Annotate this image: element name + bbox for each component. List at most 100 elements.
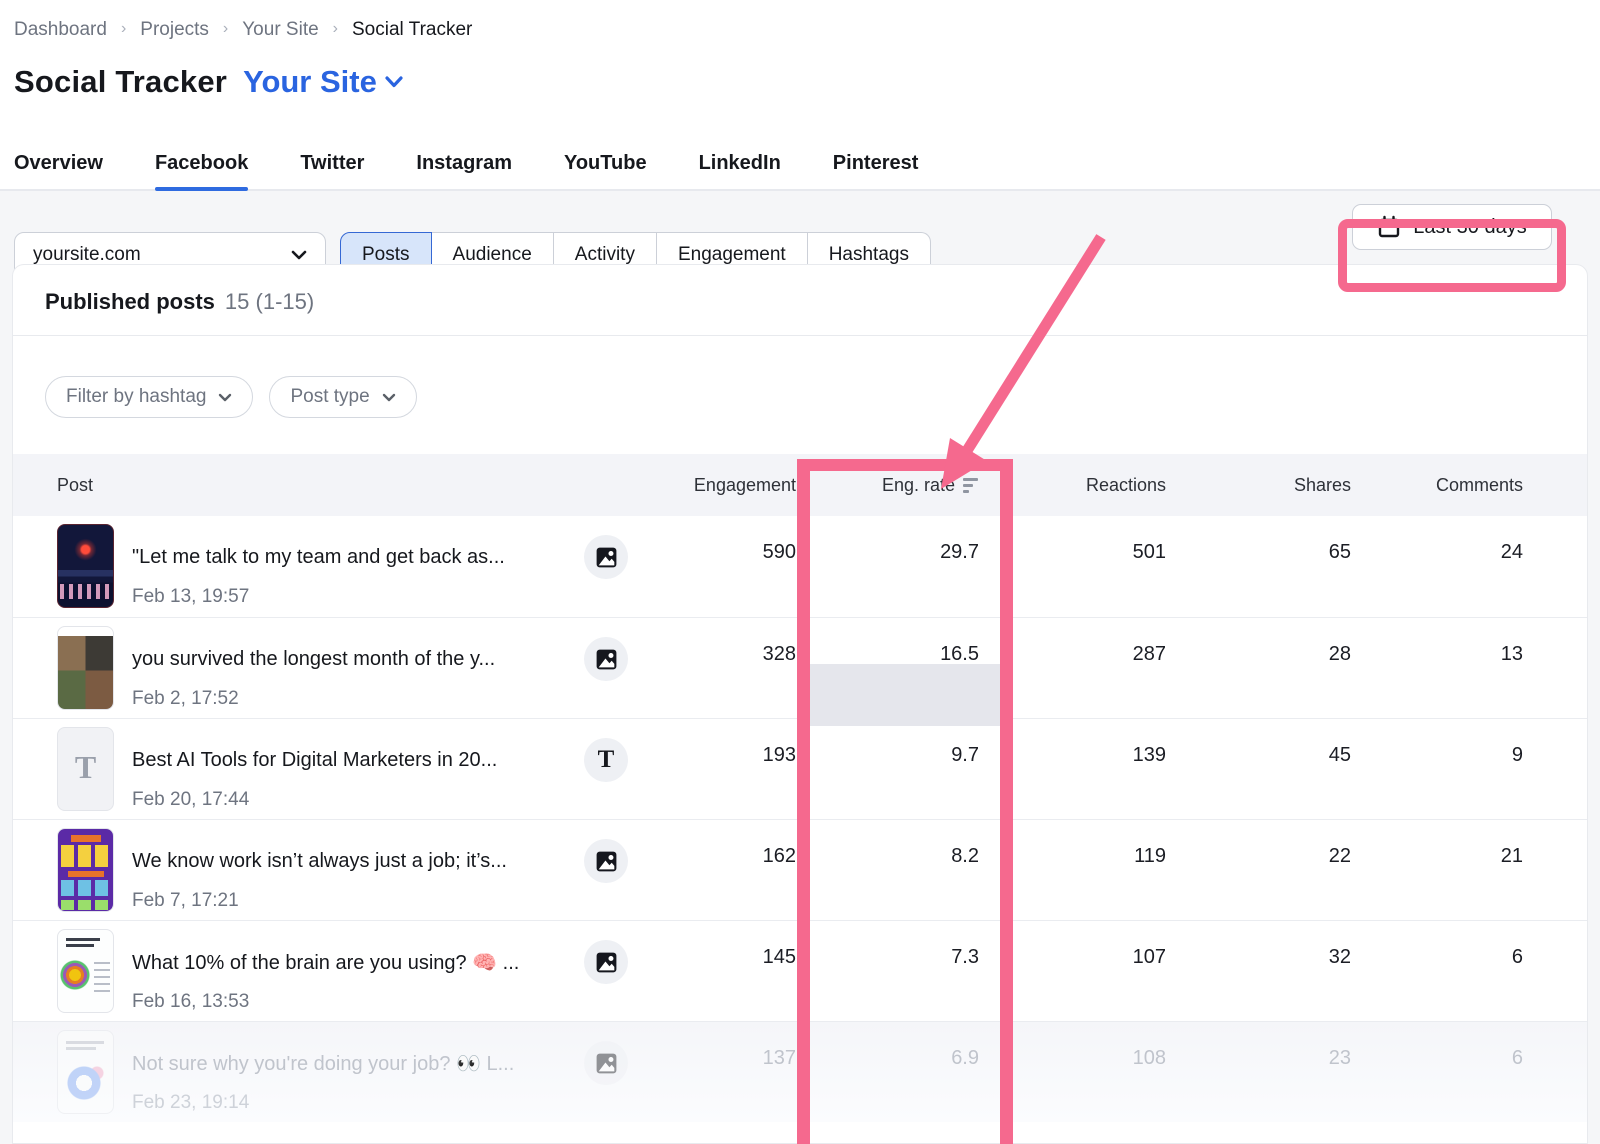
eng-rate-value: 16.5 <box>796 618 979 666</box>
published-posts-title: Published posts <box>45 289 215 315</box>
tab-twitter[interactable]: Twitter <box>300 144 364 189</box>
post-thumbnail <box>57 524 114 608</box>
breadcrumb: Dashboard › Projects › Your Site › Socia… <box>0 14 1600 46</box>
comments-value: 6 <box>1351 921 1523 969</box>
eng-rate-value: 8.2 <box>796 820 979 868</box>
tab-instagram[interactable]: Instagram <box>416 144 512 189</box>
breadcrumb-separator-icon: › <box>121 20 126 38</box>
eng-rate-value: 9.7 <box>796 719 979 767</box>
post-date: Feb 13, 19:57 <box>132 586 628 608</box>
photo-icon <box>594 849 619 874</box>
post-title: "Let me talk to my team and get back as.… <box>132 546 584 569</box>
post-type-badge <box>584 940 628 984</box>
comments-value: 21 <box>1351 820 1523 868</box>
chevron-down-icon <box>385 76 403 88</box>
photo-icon <box>594 545 619 570</box>
column-header-comments[interactable]: Comments <box>1351 475 1523 496</box>
eng-rate-value: 7.3 <box>796 921 979 969</box>
tab-overview[interactable]: Overview <box>14 144 103 189</box>
post-cell: We know work isn’t always just a job; it… <box>45 820 645 912</box>
site-selector-label: Your Site <box>243 64 377 100</box>
post-title: What 10% of the brain are you using? 🧠 .… <box>132 950 584 975</box>
reactions-value: 107 <box>979 921 1166 969</box>
table-row[interactable]: T Best AI Tools for Digital Marketers in… <box>13 718 1587 819</box>
comments-value: 9 <box>1351 719 1523 767</box>
photo-icon <box>594 647 619 672</box>
photo-icon <box>594 1051 619 1076</box>
breadcrumb-separator-icon: › <box>223 20 228 38</box>
column-header-engagement[interactable]: Engagement <box>645 475 796 496</box>
chevron-down-icon <box>291 250 307 260</box>
post-title: you survived the longest month of the y.… <box>132 648 584 671</box>
shares-value: 65 <box>1166 516 1351 564</box>
photo-icon <box>594 950 619 975</box>
eng-rate-value: 6.9 <box>796 1022 979 1070</box>
published-posts-card: Published posts 15 (1-15) Filter by hash… <box>12 264 1588 1144</box>
post-date: Feb 23, 19:14 <box>132 1092 628 1114</box>
post-type-badge <box>584 1041 628 1085</box>
breadcrumb-your-site[interactable]: Your Site <box>242 19 318 41</box>
table-row[interactable]: "Let me talk to my team and get back as.… <box>13 516 1587 617</box>
column-header-eng-rate[interactable]: Eng. rate <box>796 475 979 496</box>
post-cell: "Let me talk to my team and get back as.… <box>45 516 645 608</box>
date-range-button[interactable]: Last 30 days <box>1352 204 1552 250</box>
tab-youtube[interactable]: YouTube <box>564 144 647 189</box>
post-date: Feb 16, 13:53 <box>132 991 628 1013</box>
post-type-badge <box>584 839 628 883</box>
filters-row: Filter by hashtag Post type <box>13 336 1587 454</box>
breadcrumb-projects[interactable]: Projects <box>140 19 209 41</box>
post-type-dropdown[interactable]: Post type <box>269 376 416 418</box>
engagement-value: 193 <box>645 719 796 767</box>
site-selector-dropdown[interactable]: Your Site <box>243 64 403 100</box>
column-header-shares[interactable]: Shares <box>1166 475 1351 496</box>
text-post-icon: T <box>598 746 615 774</box>
content-zone: yoursite.com Posts Audience Activity Eng… <box>0 191 1600 1144</box>
post-cell: T Best AI Tools for Digital Marketers in… <box>45 719 645 811</box>
post-cell: you survived the longest month of the y.… <box>45 618 645 710</box>
breadcrumb-social-tracker: Social Tracker <box>352 19 472 41</box>
engagement-value: 328 <box>645 618 796 666</box>
reactions-value: 139 <box>979 719 1166 767</box>
comments-value: 13 <box>1351 618 1523 666</box>
chevron-down-icon <box>218 393 232 402</box>
eng-rate-value: 29.7 <box>796 516 979 564</box>
post-type-badge <box>584 535 628 579</box>
post-type-badge <box>584 637 628 681</box>
tab-pinterest[interactable]: Pinterest <box>833 144 919 189</box>
filter-by-hashtag-label: Filter by hashtag <box>66 386 206 408</box>
breadcrumb-dashboard[interactable]: Dashboard <box>14 19 107 41</box>
post-type-label: Post type <box>290 386 369 408</box>
engagement-value: 137 <box>645 1022 796 1070</box>
column-header-reactions[interactable]: Reactions <box>979 475 1166 496</box>
post-date: Feb 2, 17:52 <box>132 688 628 710</box>
column-header-post[interactable]: Post <box>45 475 645 496</box>
chevron-down-icon <box>382 393 396 402</box>
post-thumbnail <box>57 828 114 912</box>
shares-value: 32 <box>1166 921 1351 969</box>
post-type-badge: T <box>584 738 628 782</box>
post-cell: What 10% of the brain are you using? 🧠 .… <box>45 921 645 1013</box>
filter-by-hashtag-dropdown[interactable]: Filter by hashtag <box>45 376 253 418</box>
tab-facebook[interactable]: Facebook <box>155 144 248 189</box>
channel-tabs: Overview Facebook Twitter Instagram YouT… <box>0 144 1600 191</box>
reactions-value: 287 <box>979 618 1166 666</box>
shares-value: 28 <box>1166 618 1351 666</box>
post-thumbnail: T <box>57 727 114 811</box>
engagement-value: 590 <box>645 516 796 564</box>
calendar-icon <box>1377 215 1401 239</box>
date-range-label: Last 30 days <box>1413 216 1526 239</box>
sort-descending-icon <box>963 478 979 493</box>
engagement-value: 162 <box>645 820 796 868</box>
shares-value: 23 <box>1166 1022 1351 1070</box>
table-row[interactable]: What 10% of the brain are you using? 🧠 .… <box>13 920 1587 1021</box>
post-thumbnail <box>57 1030 114 1114</box>
post-thumbnail <box>57 626 114 710</box>
tab-linkedin[interactable]: LinkedIn <box>699 144 781 189</box>
breadcrumb-separator-icon: › <box>333 20 338 38</box>
table-body: "Let me talk to my team and get back as.… <box>13 516 1587 1122</box>
page-title: Social Tracker <box>14 64 227 100</box>
table-row[interactable]: you survived the longest month of the y.… <box>13 617 1587 718</box>
table-row[interactable]: Not sure why you're doing your job? 👀 L.… <box>13 1021 1587 1122</box>
table-row[interactable]: We know work isn’t always just a job; it… <box>13 819 1587 920</box>
engagement-value: 145 <box>645 921 796 969</box>
